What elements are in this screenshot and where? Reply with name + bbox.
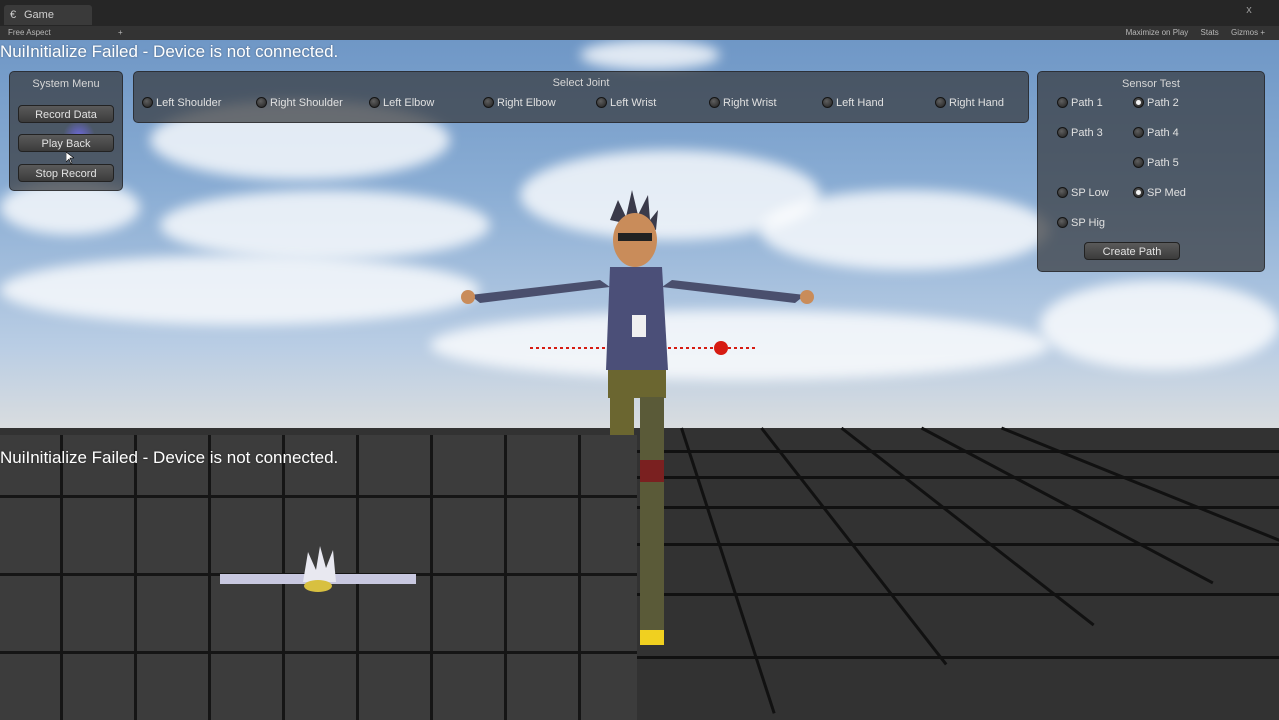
tab-game[interactable]: € Game bbox=[4, 5, 92, 25]
select-joint-panel: Select Joint Left Shoulder Right Shoulder… bbox=[133, 71, 1029, 123]
game-view-icon: € bbox=[10, 9, 17, 21]
radio-dot-icon[interactable] bbox=[709, 97, 720, 108]
radio-label: Path 5 bbox=[1147, 157, 1179, 169]
radio-dot-icon[interactable] bbox=[1133, 187, 1144, 198]
stop-record-button[interactable]: Stop Record bbox=[18, 164, 114, 182]
radio-label: Left Elbow bbox=[383, 97, 435, 109]
mouse-cursor-icon bbox=[66, 152, 74, 164]
tab-game-label: Game bbox=[24, 9, 54, 21]
radio-label: Path 3 bbox=[1071, 127, 1103, 139]
avatar-glasses bbox=[618, 233, 652, 241]
editor-titlebar: € Game x bbox=[0, 0, 1279, 26]
radio-label: Right Shoulder bbox=[270, 97, 343, 109]
radio-dot-icon[interactable] bbox=[142, 97, 153, 108]
avatar-shoe bbox=[640, 630, 664, 645]
select-joint-title: Select Joint bbox=[552, 77, 610, 89]
minimap-avatar-shoulders bbox=[304, 580, 332, 592]
radio-label: SP Med bbox=[1147, 187, 1186, 199]
radio-label: Path 2 bbox=[1147, 97, 1179, 109]
system-menu-title: System Menu bbox=[32, 78, 100, 90]
minimap-view: NuiInitialize Failed - Device is not con… bbox=[0, 435, 637, 720]
avatar-shorts bbox=[608, 370, 666, 398]
radio-dot-icon[interactable] bbox=[1057, 97, 1068, 108]
sensor-test-title: Sensor Test bbox=[1122, 78, 1180, 90]
floor-grid-line bbox=[840, 426, 1095, 627]
floor-grid-line bbox=[1000, 426, 1279, 550]
radio-label: Right Wrist bbox=[723, 97, 777, 109]
stats-toggle[interactable]: Stats bbox=[1201, 28, 1219, 37]
create-path-button[interactable]: Create Path bbox=[1084, 242, 1180, 260]
radio-dot-icon[interactable] bbox=[1133, 97, 1144, 108]
radio-label: Path 1 bbox=[1071, 97, 1103, 109]
radio-dot-icon[interactable] bbox=[1133, 127, 1144, 138]
radio-dot-icon[interactable] bbox=[935, 97, 946, 108]
avatar-right-hand bbox=[800, 290, 814, 304]
radio-label: SP Low bbox=[1071, 187, 1109, 199]
cloud bbox=[1040, 280, 1279, 370]
radio-dot-icon[interactable] bbox=[1133, 157, 1144, 168]
radio-label: Right Hand bbox=[949, 97, 1005, 109]
sensor-test-panel: Sensor Test Path 1 Path 2 Path 3 Path 4 Path… bbox=[1037, 71, 1265, 272]
radio-dot-icon[interactable] bbox=[369, 97, 380, 108]
avatar-knee-pad bbox=[640, 460, 664, 482]
radio-label: Path 4 bbox=[1147, 127, 1179, 139]
radio-dot-icon[interactable] bbox=[1057, 187, 1068, 198]
radio-dot-icon[interactable] bbox=[596, 97, 607, 108]
close-icon[interactable]: x bbox=[1243, 4, 1255, 16]
radio-dot-icon[interactable] bbox=[1057, 127, 1068, 138]
radio-dot-icon[interactable] bbox=[1057, 217, 1068, 228]
system-menu-panel: System Menu Record Data Play Back Stop R… bbox=[9, 71, 123, 191]
radio-dot-icon[interactable] bbox=[822, 97, 833, 108]
cloud bbox=[580, 40, 720, 70]
radio-label: Right Elbow bbox=[497, 97, 556, 109]
minimap-error-text: NuiInitialize Failed - Device is not con… bbox=[0, 448, 339, 467]
game-viewport[interactable]: NuiInitialize Failed - Device is not con… bbox=[0, 40, 1279, 720]
cloud bbox=[0, 255, 480, 325]
record-data-button[interactable]: Record Data bbox=[18, 105, 114, 123]
maximize-on-play-toggle[interactable]: Maximize on Play bbox=[1126, 28, 1189, 37]
avatar-left-arm bbox=[470, 280, 610, 303]
radio-label: SP Hig bbox=[1071, 217, 1106, 229]
gizmos-dropdown[interactable]: Gizmos + bbox=[1231, 28, 1265, 37]
avatar-left-hand bbox=[461, 290, 475, 304]
aspect-dropdown-arrow-icon[interactable]: + bbox=[118, 26, 123, 40]
aspect-dropdown[interactable]: Free Aspect bbox=[8, 26, 51, 40]
avatar-right-leg bbox=[640, 397, 664, 645]
radio-label: Left Shoulder bbox=[156, 97, 222, 109]
path-marker-ball bbox=[714, 341, 728, 355]
game-toolbar: Free Aspect + Maximize on Play Stats Giz… bbox=[0, 26, 1279, 40]
minimap-avatar-hair bbox=[303, 546, 336, 582]
error-status-text: NuiInitialize Failed - Device is not con… bbox=[0, 42, 339, 61]
radio-dot-icon[interactable] bbox=[256, 97, 267, 108]
play-back-button[interactable]: Play Back bbox=[18, 134, 114, 152]
toolbar-right: Maximize on Play Stats Gizmos + bbox=[1116, 26, 1265, 40]
avatar-right-arm bbox=[662, 280, 805, 303]
radio-label: Left Wrist bbox=[610, 97, 657, 109]
radio-label: Left Hand bbox=[836, 97, 884, 109]
minimap-avatar bbox=[220, 546, 416, 592]
cloud bbox=[160, 190, 490, 260]
radio-dot-icon[interactable] bbox=[483, 97, 494, 108]
avatar-shirt-logo bbox=[632, 315, 646, 337]
